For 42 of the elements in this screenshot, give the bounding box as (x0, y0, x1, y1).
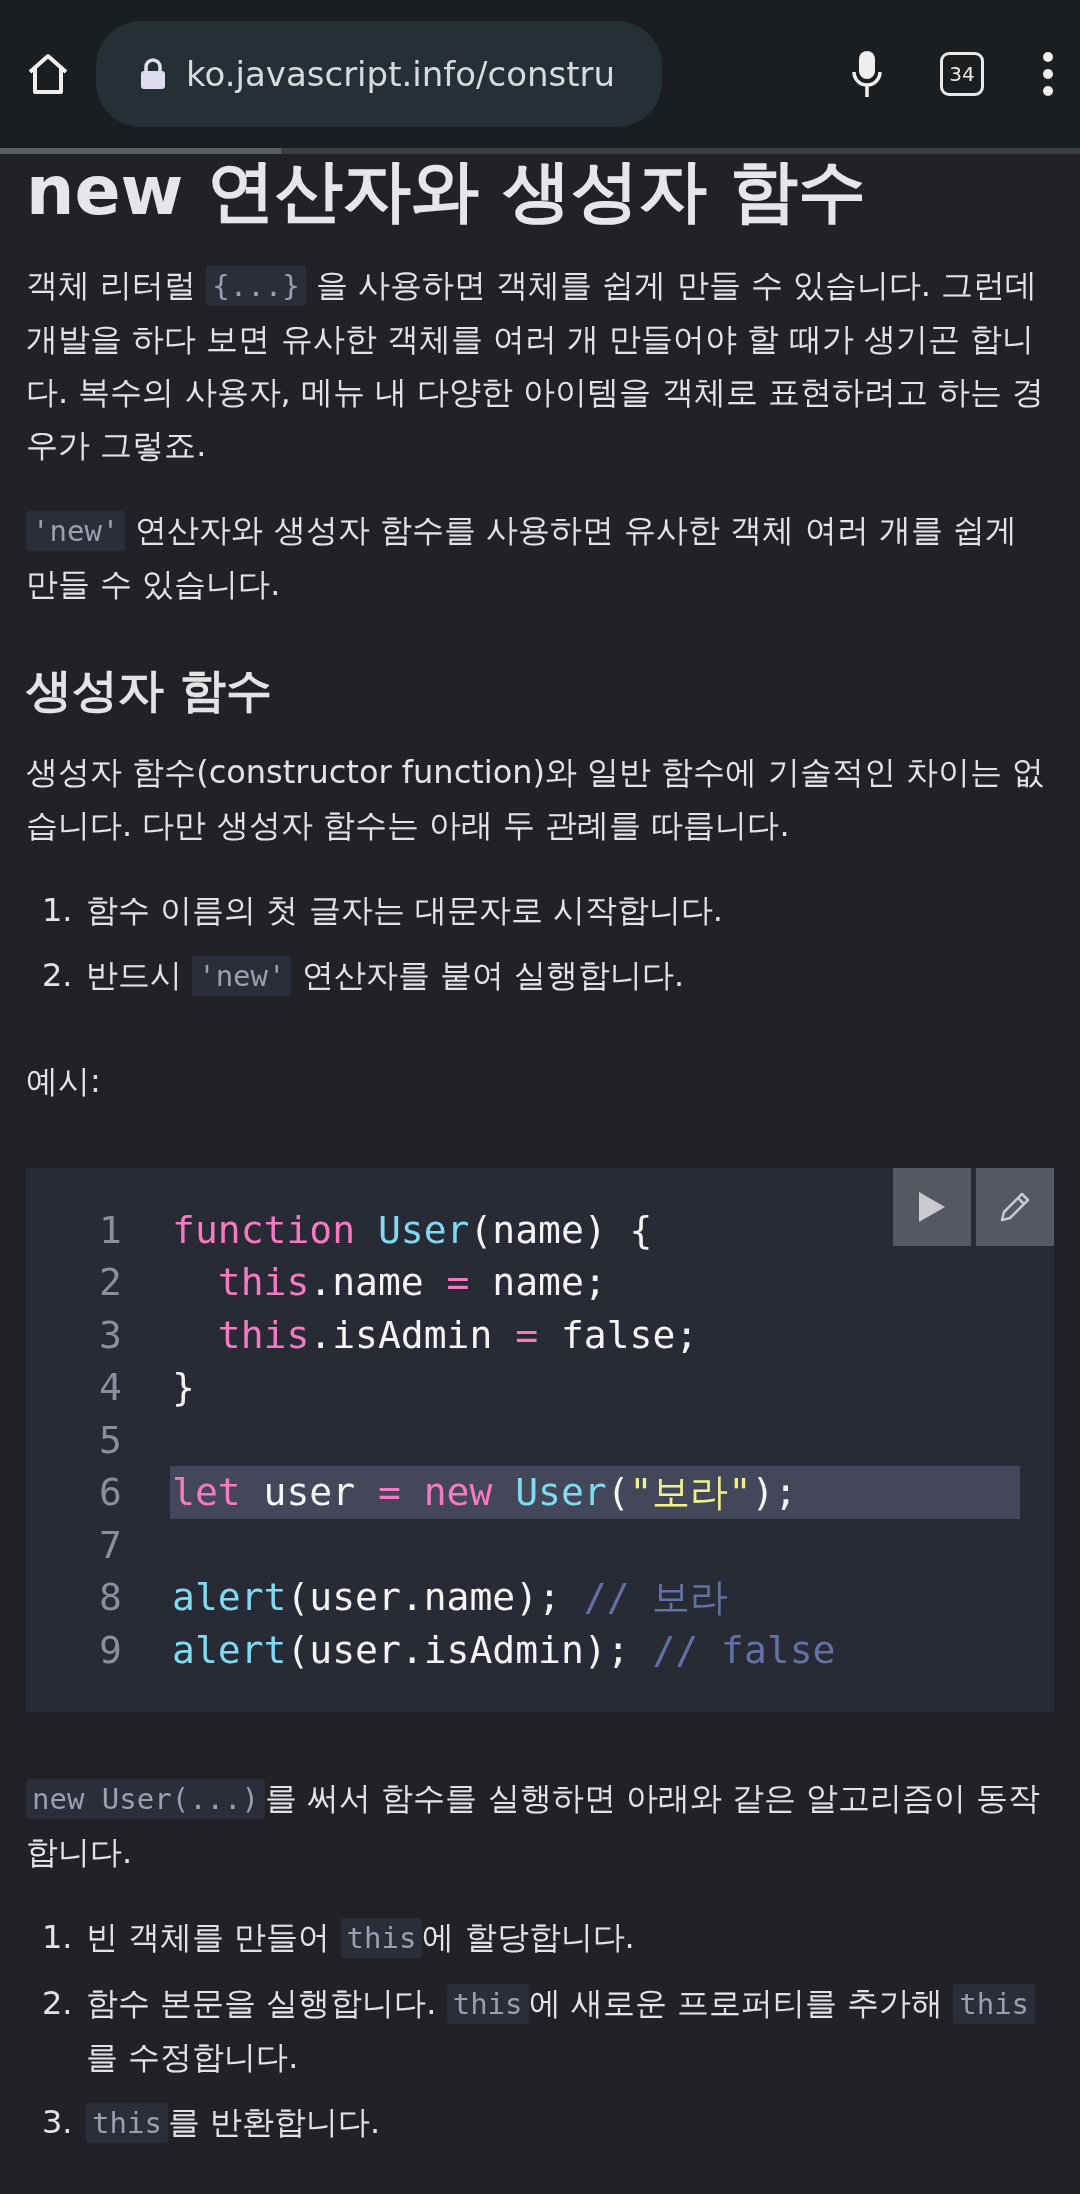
tab-count-button[interactable]: 34 (940, 52, 984, 96)
line-number: 9 (98, 1627, 123, 1674)
section-heading: 생성자 함수 (26, 662, 273, 718)
list-number: 2. (42, 1983, 74, 2025)
line-number: 5 (98, 1417, 123, 1464)
list-item-text: 반드시 'new' 연산자를 붙여 실행합니다. (86, 954, 685, 998)
line-number: 4 (98, 1364, 123, 1412)
code-line: alert(user.name); // 보라 (171, 1574, 729, 1622)
line-number: 3 (98, 1312, 123, 1359)
paragraph: 예시: (26, 1061, 102, 1102)
code-line: } (171, 1364, 195, 1412)
address-bar[interactable]: ko.javascript.info/constru (96, 21, 662, 127)
pencil-icon (998, 1190, 1032, 1224)
list-number: 3. (42, 2102, 74, 2144)
paragraph: 생성자 함수(constructor function)와 일반 함수에 기술적인 차이는 없습니다. 다만 생성자 함수는 아래 두 관례를 따릅니다. (26, 752, 1045, 846)
code-line: this.isAdmin = false; (216, 1312, 699, 1359)
paragraph: new User(...) 를 써서 함수를 실행하면 아래와 같은 알고리즘이 동작합니다. (26, 1778, 1042, 1874)
page-title: new 연산자와 생성자 함수 (26, 154, 868, 229)
edit-button[interactable] (976, 1168, 1054, 1246)
paragraph: 객체 리터럴 {...} 을 사용하면 객체를 쉽게 만들 수 있습니다. 그런데 개발을 하다 보면 유사한 객체를 여러 개 만들어야 할 때가 생기곤 합니다. 복수의 사용자, 메뉴 내 다양한 아이템을 객체로 표현하려고 하는 경우가 그렇죠. (26, 264, 1046, 466)
home-icon[interactable] (26, 52, 70, 96)
line-number: 7 (98, 1522, 123, 1569)
play-icon (917, 1190, 947, 1224)
microphone-icon[interactable] (852, 50, 882, 98)
list-number: 1. (42, 1917, 74, 1959)
list-item-text: 빈 객체를 만들어 this 에 할당합니다. (86, 1917, 635, 1961)
list-number: 2. (42, 955, 74, 996)
line-number: 2 (98, 1259, 123, 1307)
lock-icon (140, 58, 166, 90)
code-line: alert(user.isAdmin); // false (171, 1627, 836, 1674)
line-number: 6 (98, 1469, 123, 1517)
code-line: this.name = name; (216, 1259, 607, 1307)
line-number: 8 (98, 1574, 123, 1622)
list-item-text: this 를 반환합니다. (86, 2096, 381, 2151)
line-number: 1 (98, 1207, 123, 1254)
paragraph: 'new' 연산자와 생성자 함수를 사용하면 유사한 객체 여러 개를 쉽게 만들 수 있습니다. (26, 509, 1018, 605)
list-item-text: 함수 이름의 첫 글자는 대문자로 시작합니다. (86, 890, 724, 931)
run-button[interactable] (893, 1168, 971, 1246)
code-line: function User(name) { (171, 1207, 653, 1254)
menu-icon[interactable] (1042, 51, 1054, 97)
list-number: 1. (42, 890, 74, 931)
list-item-text: 함수 본문을 실행합니다. this 에 새로운 프로퍼티를 추가해 this 를 수정합니다. (86, 1977, 1054, 2085)
